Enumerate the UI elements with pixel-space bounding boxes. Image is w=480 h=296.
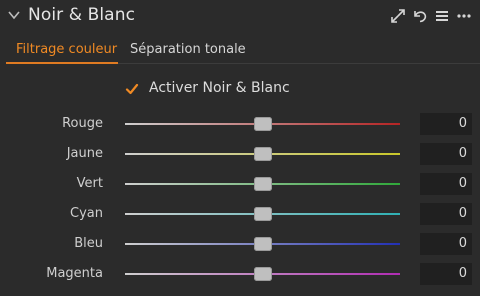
slider-thumb[interactable] [253,207,272,221]
slider-value-field[interactable]: 0 [420,203,472,225]
chevron-down-icon[interactable] [7,8,21,22]
slider-label: Cyan [70,206,103,221]
slider-track[interactable] [125,237,400,251]
panel-title: Noir & Blanc [28,5,136,25]
reset-icon[interactable] [412,8,428,24]
noir-blanc-panel: Noir & Blanc Filtrage couleur Séparation… [0,0,480,296]
expand-icon[interactable] [390,8,406,24]
slider-value: 0 [458,266,467,281]
slider-track[interactable] [125,177,400,191]
slider-thumb[interactable] [253,177,272,191]
slider-track[interactable] [125,147,400,161]
slider-row-cyan: Cyan 0 [0,203,480,225]
slider-row-vert: Vert 0 [0,173,480,195]
slider-thumb[interactable] [253,267,272,281]
slider-row-magenta: Magenta 0 [0,263,480,285]
slider-value: 0 [458,176,467,191]
tab-separation-tonale[interactable]: Séparation tonale [130,42,246,57]
slider-label: Vert [76,176,103,191]
slider-value-field[interactable]: 0 [420,173,472,195]
tab-divider [118,63,480,64]
slider-value: 0 [458,116,467,131]
slider-row-bleu: Bleu 0 [0,233,480,255]
slider-value-field[interactable]: 0 [420,233,472,255]
slider-label: Bleu [74,236,103,251]
menu-icon[interactable] [434,8,450,24]
slider-value: 0 [458,236,467,251]
tab-filtrage-couleur[interactable]: Filtrage couleur [16,42,117,57]
slider-thumb[interactable] [253,147,272,161]
checkmark-icon[interactable] [124,81,140,97]
header-tools [390,7,472,25]
slider-thumb[interactable] [253,117,272,131]
slider-value-field[interactable]: 0 [420,143,472,165]
slider-row-jaune: Jaune 0 [0,143,480,165]
slider-label: Magenta [46,266,103,281]
slider-thumb[interactable] [253,237,272,251]
tab-bar: Filtrage couleur Séparation tonale [0,36,480,64]
slider-row-rouge: Rouge 0 [0,113,480,135]
slider-track[interactable] [125,267,400,281]
active-tab-indicator [6,62,118,64]
slider-track[interactable] [125,207,400,221]
slider-value: 0 [458,206,467,221]
activate-label: Activer Noir & Blanc [149,80,290,96]
slider-value-field[interactable]: 0 [420,113,472,135]
slider-track[interactable] [125,117,400,131]
slider-value: 0 [458,146,467,161]
slider-label: Jaune [66,146,103,161]
panel-header: Noir & Blanc [0,0,480,32]
slider-label: Rouge [62,116,103,131]
more-icon[interactable] [456,8,472,24]
slider-value-field[interactable]: 0 [420,263,472,285]
